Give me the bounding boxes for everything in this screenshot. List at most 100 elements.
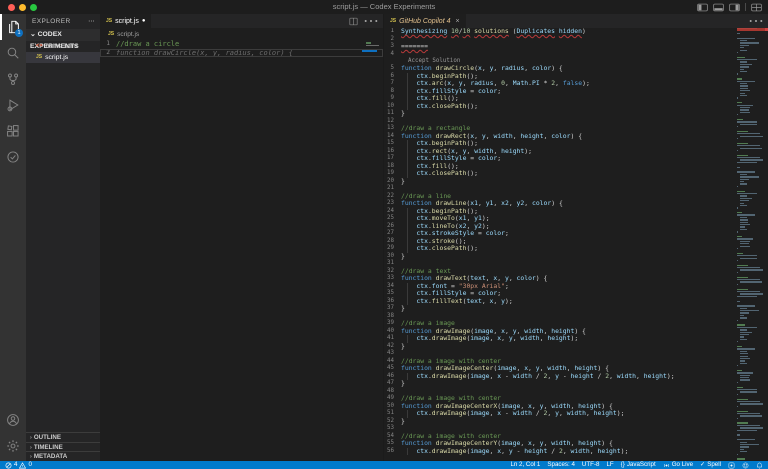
copilot-solutions-code-area[interactable]: 1Synthesizing 10/10 solutions (Duplicate… (384, 28, 737, 461)
code-line[interactable]: 41 ctx.drawImage(image, x, y, width, hei… (384, 335, 737, 343)
breadcrumb[interactable]: JS script.js (100, 28, 383, 40)
activity-item-settings settings-icon[interactable] (0, 433, 26, 459)
line-number: 27 (384, 230, 401, 238)
bell-icon (756, 462, 763, 469)
code-line[interactable]: 51 ctx.drawImage(image, x - width / 2, y… (384, 410, 737, 418)
code-text: ctx.fillText(text, x, y); (401, 298, 513, 306)
dirty-indicator-icon[interactable]: ● (142, 18, 146, 24)
activity-bar-top: 1 (0, 14, 26, 170)
status-item-extension-status[interactable] (728, 462, 735, 469)
code-line[interactable]: 19 ctx.closePath(); (384, 170, 737, 178)
left-editor-minimap[interactable] (366, 42, 379, 47)
file-name: home.html (45, 41, 77, 52)
code-text: ======= (401, 43, 428, 51)
code-line[interactable]: 29 ctx.closePath(); (384, 245, 737, 253)
code-line[interactable]: 11} (384, 110, 737, 118)
sidebar-section-timeline[interactable]: ›TIMELINE (26, 442, 100, 452)
activity-item-circle-check circle-check-icon[interactable] (0, 144, 26, 170)
line-number: 48 (384, 388, 401, 396)
minimap[interactable] (737, 28, 765, 461)
editor-group-left: JS script.js ● ⋯ JS script.js 1//draw a … (100, 14, 383, 461)
line-number: 1 (384, 28, 401, 36)
code-line[interactable]: 42} (384, 343, 737, 351)
code-line[interactable]: 20} (384, 178, 737, 186)
status-item-notifications[interactable] (756, 462, 763, 469)
line-number: 41 (384, 335, 401, 343)
code-line[interactable]: 1Synthesizing 10/10 solutions (Duplicate… (384, 28, 737, 36)
line-number: 26 (384, 223, 401, 231)
line-number: 11 (384, 110, 401, 118)
tab-script-js[interactable]: JS script.js ● (100, 14, 151, 28)
square-dot-icon (728, 462, 735, 469)
tab-github-copilot[interactable]: JS GitHub Copilot 4 × (384, 14, 466, 28)
status-item-cursor-position[interactable]: Ln 2, Col 1 (510, 461, 540, 469)
error-count: 4 (14, 461, 17, 469)
sidebar-bottom-sections: ›OUTLINE›TIMELINE›METADATA (26, 432, 100, 461)
code-line[interactable]: 2function drawCircle(x, y, radius, color… (100, 49, 383, 58)
file-item-script-js[interactable]: JSscript.js (26, 52, 100, 63)
line-number: 44 (384, 358, 401, 366)
status-left: 4 0 (5, 461, 32, 469)
toggle-secondary-sidebar-icon[interactable] (729, 3, 740, 12)
code-text: } (401, 178, 405, 186)
sidebar-section-outline[interactable]: ›OUTLINE (26, 432, 100, 442)
line-number: 31 (384, 260, 401, 268)
error-icon (5, 462, 12, 469)
code-line[interactable]: 52} (384, 418, 737, 426)
status-item-go-live[interactable]: Go Live (663, 461, 693, 469)
braces-icon: {} (621, 461, 625, 469)
sidebar-more-actions-icon[interactable]: ⋯ (88, 14, 95, 29)
explorer-sidebar: EXPLORER ⋯ ⌄ CODEX EXPERIMENTS <>home.ht… (26, 14, 100, 461)
file-name: script.js (45, 52, 68, 63)
file-item-home-html[interactable]: <>home.html (26, 41, 100, 52)
js-file-icon: JS (390, 18, 396, 24)
code-line[interactable]: 10 ctx.closePath(); (384, 103, 737, 111)
code-text: } (401, 380, 405, 388)
code-line[interactable]: 3======= (384, 43, 737, 51)
line-number: 7 (384, 80, 401, 88)
code-line[interactable]: 56 ctx.drawImage(image, x, y - height / … (384, 448, 737, 456)
more-actions-icon[interactable]: ⋯ (363, 11, 379, 31)
status-item-spell-checker[interactable]: ✓Spell (700, 461, 721, 469)
line-number: 15 (384, 140, 401, 148)
status-item-encoding[interactable]: UTF-8 (582, 461, 600, 469)
activity-item-run-debug run-debug-icon[interactable] (0, 92, 26, 118)
line-number: 4 (384, 51, 401, 59)
code-line[interactable]: 2 (384, 36, 737, 44)
code-line[interactable]: 36 ctx.fillText(text, x, y); (384, 298, 737, 306)
status-item-feedback[interactable] (742, 462, 749, 469)
status-item-eol[interactable]: LF (606, 461, 613, 469)
activity-item-source-control source-control-icon[interactable] (0, 66, 26, 92)
line-number: 34 (384, 283, 401, 291)
status-item-language-mode[interactable]: {}JavaScript (621, 461, 656, 469)
status-item-indentation[interactable]: Spaces: 4 (547, 461, 575, 469)
smiley-icon (742, 462, 749, 469)
folder-section-header[interactable]: ⌄ CODEX EXPERIMENTS (26, 29, 100, 41)
broadcast-icon (663, 462, 670, 469)
code-line[interactable]: 1//draw a circle (100, 40, 383, 49)
warning-count: 0 (28, 461, 31, 469)
warning-icon (19, 462, 26, 469)
toggle-sidebar-icon[interactable] (697, 3, 708, 12)
code-line[interactable]: 46 ctx.drawImage(image, x - width / 2, y… (384, 373, 737, 381)
problems-status[interactable]: 4 0 (5, 461, 32, 469)
activity-item-search search-icon[interactable] (0, 40, 26, 66)
code-line[interactable]: 37} (384, 305, 737, 313)
toggle-panel-icon[interactable] (713, 3, 724, 12)
line-number: 18 (384, 163, 401, 171)
code-line[interactable]: 30} (384, 253, 737, 261)
code-text: ctx.drawImage(image, x - width / 2, y, w… (401, 410, 624, 418)
sidebar-section-metadata[interactable]: ›METADATA (26, 451, 100, 461)
breadcrumb-item[interactable]: script.js (117, 31, 139, 38)
split-editor-icon[interactable] (349, 17, 358, 26)
activity-item-account account-icon[interactable] (0, 407, 26, 433)
close-tab-icon[interactable]: × (455, 18, 459, 25)
js-file-icon: JS (36, 52, 42, 63)
activity-item-extensions extensions-icon[interactable] (0, 118, 26, 144)
status-bar: 4 0 Ln 2, Col 1 Spaces: 4 UTF-8 LF {}JavaScr… (0, 461, 768, 469)
activity-item-explorer explorer-icon[interactable]: 1 (0, 14, 26, 40)
code-line[interactable]: 4 (384, 51, 737, 59)
code-line[interactable]: 47} (384, 380, 737, 388)
left-editor-code-area[interactable]: 1//draw a circle2function drawCircle(x, … (100, 40, 383, 461)
line-number: 14 (384, 133, 401, 141)
